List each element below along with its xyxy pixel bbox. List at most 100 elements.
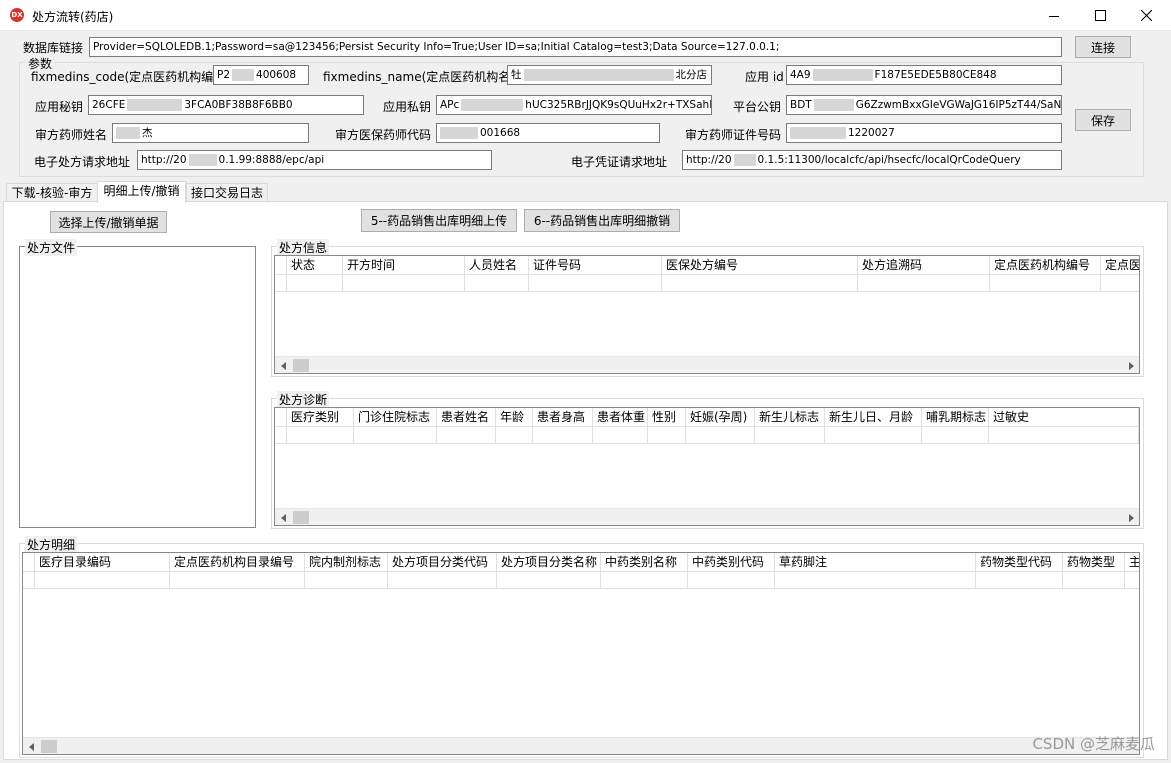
db-connection-label: 数据库链接 [23,41,84,55]
window-title: 处方流转(药店) [32,10,114,24]
rx-detail-col-header[interactable]: 药物类型代码 [976,553,1063,572]
app-id-label: 应用 id [745,70,784,84]
chevron-left-icon[interactable] [275,357,292,373]
redaction-mask [188,154,217,166]
rx-detail-col-header[interactable]: 中药类别代码 [688,553,775,572]
upload-detail-button[interactable]: 5--药品销售出库明细上传 [361,209,517,232]
app-id-input[interactable]: 4A9 F187E5EDE5B80CE848 [786,65,1062,85]
rx-diag-col-header[interactable]: 患者身高 [533,408,593,427]
fixmedins-name-input[interactable]: 牡 北分店 [507,65,712,85]
pharmacist-cert-label: 审方药师证件号码 [685,128,782,142]
fixmedins-code-input[interactable]: P2 400608 [213,65,309,85]
erx-url-input[interactable]: http://20 0.1.99:8888/epc/api [137,150,492,170]
chevron-left-icon[interactable] [23,738,40,754]
rx-detail-col-header[interactable]: 草药脚注 [775,553,976,572]
pharmacist-cert-input[interactable]: 1220027 [786,123,1062,143]
app-secret-input[interactable]: 26CFE 3FCA0BF38B8F6BB0 [88,95,364,115]
rx-diag-col-header[interactable]: 新生儿日、月龄 [825,408,922,427]
maximize-button[interactable] [1077,0,1123,31]
redaction-mask [116,127,140,139]
fixmedins-name-prefix: 牡 [511,69,522,81]
pharmacist-name-input[interactable]: 杰 [112,123,309,143]
connect-button[interactable]: 连接 [1075,36,1131,58]
voucher-url-input[interactable]: http://20 0.1.5:11300/localcfc/api/hsecfc… [682,150,1062,170]
rx-info-col-header[interactable]: 处方追溯码 [858,256,990,275]
voucher-url-suffix: 0.1.5:11300/localcfc/api/hsecfc/localQrC… [757,154,1021,166]
tab-detail-upload-revoke[interactable]: 明细上传/撤销 [97,181,186,203]
rx-info-header: 状态 开方时间 人员姓名 证件号码 医保处方编号 处方追溯码 定点医药机构编号 … [275,256,1139,275]
rx-detail-col-header[interactable]: 处方项目分类代码 [388,553,497,572]
select-document-button[interactable]: 选择上传/撤销单据 [50,211,167,233]
rx-detail-col-header[interactable]: 医疗目录编码 [35,553,170,572]
db-connection-input[interactable]: Provider=SQLOLEDB.1;Password=sa@123456;P… [89,37,1062,57]
rx-detail-col-header[interactable]: 中药类别名称 [601,553,688,572]
redaction-mask [813,99,854,111]
scroll-thumb[interactable] [293,511,309,524]
redaction-mask [127,99,183,111]
rx-info-col-header[interactable]: 证件号码 [529,256,662,275]
rx-info-col-header[interactable]: 状态 [287,256,343,275]
platform-key-input[interactable]: BDT G6ZzwmBxxGIeVGWaJG16IP5zT44/SaNz4Ba [786,95,1062,115]
rx-detail-col-header[interactable]: 定点医药机构目录编号 [170,553,305,572]
app-id-prefix: 4A9 [790,69,811,81]
pharmacist-code-label: 审方医保药师代码 [335,128,432,142]
row-header-corner [275,256,287,275]
rx-info-new-row[interactable] [275,275,1139,292]
tab-download-verify-review[interactable]: 下载-核验-审方 [6,183,98,203]
redaction-mask [440,127,478,139]
platform-key-suffix: G6ZzwmBxxGIeVGWaJG16IP5zT44/SaNz4Ba [855,99,1062,111]
minimize-icon [1049,15,1059,17]
tab-interface-log[interactable]: 接口交易日志 [186,183,268,203]
rx-diag-col-header[interactable]: 妊娠(孕周) [686,408,755,427]
rx-diag-col-header[interactable]: 患者体重 [593,408,648,427]
rx-diag-hscrollbar[interactable] [275,508,1139,525]
private-key-input[interactable]: APc hUC325RBrJJQK9sQUuHx2r+TXSahE4 [436,95,712,115]
save-button[interactable]: 保存 [1075,109,1131,131]
rx-detail-col-header[interactable]: 主 [1125,553,1139,572]
rx-diag-grid[interactable]: 医疗类别 门诊住院标志 患者姓名 年龄 患者身高 患者体重 性别 妊娠(孕周) … [274,407,1140,526]
rx-detail-col-header[interactable]: 药物类型 [1063,553,1125,572]
rx-info-hscrollbar[interactable] [275,356,1139,373]
redaction-mask [523,69,674,81]
chevron-right-icon[interactable] [1122,357,1139,373]
minimize-button[interactable] [1031,0,1077,31]
rx-detail-grid[interactable]: 医疗目录编码 定点医药机构目录编号 院内制剂标志 处方项目分类代码 处方项目分类… [22,552,1140,755]
pharmacist-code-input[interactable]: 001668 [436,123,660,143]
rx-diag-col-header[interactable]: 医疗类别 [287,408,354,427]
fixmedins-code-prefix: P2 [217,69,231,81]
pharmacist-name-label: 审方药师姓名 [35,128,108,142]
redaction-mask [232,69,255,81]
rx-diag-new-row[interactable] [275,427,1139,444]
rx-info-col-header[interactable]: 定点医 [1101,256,1139,275]
chevron-left-icon[interactable] [275,509,292,525]
erx-url-label: 电子处方请求地址 [34,155,131,169]
fixmedins-name-suffix: 北分店 [675,69,708,81]
rx-diag-col-header[interactable]: 性别 [648,408,686,427]
rx-info-col-header[interactable]: 定点医药机构编号 [990,256,1101,275]
close-button[interactable] [1123,0,1169,31]
rx-diag-col-header[interactable]: 门诊住院标志 [354,408,437,427]
rx-diag-col-header[interactable]: 过敏史 [989,408,1139,427]
rx-info-col-header[interactable]: 开方时间 [343,256,465,275]
rx-diag-col-header[interactable]: 年龄 [496,408,533,427]
rx-info-col-header[interactable]: 医保处方编号 [662,256,858,275]
scroll-thumb[interactable] [41,740,57,753]
rx-info-grid[interactable]: 状态 开方时间 人员姓名 证件号码 医保处方编号 处方追溯码 定点医药机构编号 … [274,255,1140,374]
scroll-thumb[interactable] [293,359,309,372]
rx-diag-title: 处方诊断 [277,391,330,408]
rx-files-title: 处方文件 [25,239,78,256]
pharmacist-cert-suffix: 1220027 [848,127,895,139]
watermark: CSDN @芝麻麦瓜 [1032,735,1155,753]
chevron-right-icon[interactable] [1122,509,1139,525]
rx-detail-hscrollbar[interactable] [23,737,1139,754]
rx-files-list[interactable] [19,246,256,528]
rx-info-col-header[interactable]: 人员姓名 [465,256,529,275]
rx-diag-col-header[interactable]: 患者姓名 [437,408,496,427]
revoke-detail-button[interactable]: 6--药品销售出库明细撤销 [524,209,680,232]
rx-detail-new-row[interactable] [23,572,1139,589]
rx-diag-col-header[interactable]: 哺乳期标志 [922,408,989,427]
voucher-url-label: 电子凭证请求地址 [571,155,668,169]
rx-detail-col-header[interactable]: 院内制剂标志 [305,553,388,572]
rx-detail-col-header[interactable]: 处方项目分类名称 [497,553,601,572]
rx-diag-col-header[interactable]: 新生儿标志 [755,408,825,427]
